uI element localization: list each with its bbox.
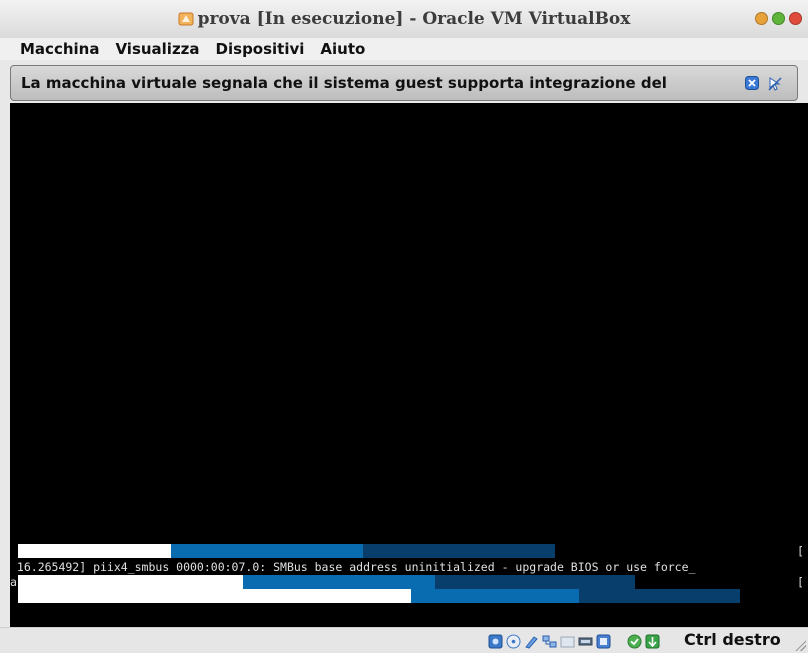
console-bar-darkblue-3 bbox=[435, 575, 635, 589]
minimize-button[interactable] bbox=[755, 12, 768, 25]
hard-disk-icon[interactable] bbox=[488, 634, 503, 649]
console-line-3-right: [ bbox=[797, 575, 804, 589]
vm-display[interactable]: [ 16.265492] piix4_smbus 0000:00:07.0: S… bbox=[10, 103, 808, 627]
menubar: Macchina Visualizza Dispositivi Aiuto bbox=[0, 38, 808, 60]
console-bar-blue-1 bbox=[171, 544, 363, 558]
mouse-capture-icon[interactable] bbox=[645, 634, 660, 649]
notification-banner: La macchina virtuale segnala che il sist… bbox=[10, 65, 798, 101]
host-key-label: Ctrl destro bbox=[684, 630, 781, 649]
menu-aiuto[interactable]: Aiuto bbox=[320, 40, 365, 58]
notification-icons bbox=[745, 76, 783, 92]
console-line-1-right: [ bbox=[797, 544, 804, 558]
shared-folders-icon[interactable] bbox=[560, 634, 575, 649]
notification-text: La macchina virtuale segnala che il sist… bbox=[21, 74, 667, 92]
virtualbox-vm-icon bbox=[178, 12, 194, 26]
console-line-2: 16.265492] piix4_smbus 0000:00:07.0: SMB… bbox=[10, 560, 696, 574]
console-bar-darkblue-4 bbox=[579, 589, 740, 603]
console-bar-darkblue-1 bbox=[363, 544, 555, 558]
console-bar-white-3 bbox=[18, 575, 243, 589]
statusbar: Ctrl destro bbox=[0, 627, 808, 653]
audio-icon[interactable] bbox=[524, 634, 539, 649]
usb-icon[interactable] bbox=[596, 634, 611, 649]
guest-additions-icon[interactable] bbox=[627, 634, 642, 649]
console-bar-white-4 bbox=[18, 589, 411, 603]
console-bar-blue-4 bbox=[411, 589, 579, 603]
resize-grip[interactable] bbox=[794, 639, 806, 651]
menu-visualizza[interactable]: Visualizza bbox=[115, 40, 199, 58]
window-title: prova [In esecuzione] - Oracle VM Virtua… bbox=[197, 9, 631, 29]
window-title-wrap: prova [In esecuzione] - Oracle VM Virtua… bbox=[0, 8, 808, 30]
menu-dispositivi[interactable]: Dispositivi bbox=[216, 40, 305, 58]
console-bar-blue-3 bbox=[243, 575, 435, 589]
network-icon[interactable] bbox=[542, 634, 557, 649]
window-controls bbox=[755, 12, 802, 25]
window-titlebar: prova [In esecuzione] - Oracle VM Virtua… bbox=[0, 0, 808, 39]
console-bar-white-1 bbox=[18, 544, 171, 558]
close-button[interactable] bbox=[789, 12, 802, 25]
display-icon[interactable] bbox=[578, 634, 593, 649]
menu-macchina[interactable]: Macchina bbox=[20, 40, 99, 58]
status-icons bbox=[488, 632, 660, 650]
mouse-integration-icon[interactable] bbox=[767, 76, 783, 92]
optical-drive-icon[interactable] bbox=[506, 634, 521, 649]
maximize-button[interactable] bbox=[772, 12, 785, 25]
close-icon[interactable] bbox=[745, 76, 759, 90]
